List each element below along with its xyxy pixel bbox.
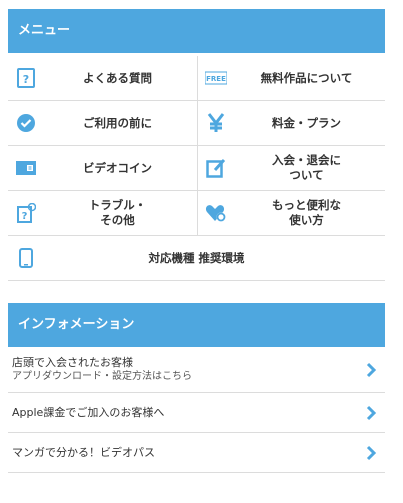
menu-item-join-cancel[interactable]: 入会・退会に ついて — [198, 146, 385, 190]
menu-row: ご利用の前に 料金・プラン — [8, 101, 385, 146]
info-title: インフォメーション — [18, 317, 135, 332]
info-item-title: マンガで分かる！ビデオパス — [12, 445, 155, 459]
info-item-store-signup[interactable]: 店頭で入会されたお客様 アプリダウンロード・設定方法はこちら — [8, 347, 385, 393]
menu-item-label: トラブル・ その他 — [88, 198, 147, 227]
chevron-right-icon — [363, 445, 379, 461]
info-item-text: Apple課金でご加入のお客様へ — [12, 393, 355, 432]
menu-item-label: ビデオコイン — [83, 160, 152, 175]
menu-row: ? よくある質問 FREE 無料作品について — [8, 56, 385, 101]
svg-text:FREE: FREE — [206, 75, 226, 83]
menu-item-before-use[interactable]: ご利用の前に — [8, 101, 198, 145]
info-item-title: Apple課金でご加入のお客様へ — [12, 405, 165, 419]
menu-row: ? トラブル・ その他 もっと便利な 使い方 — [8, 191, 385, 236]
menu-grid: ? よくある質問 FREE 無料作品について ご利用の前に 料金・プラン ビデオ… — [8, 56, 385, 281]
yen-icon — [205, 112, 227, 134]
menu-item-trouble[interactable]: ? トラブル・ その他 — [8, 191, 198, 235]
chevron-right-icon — [363, 362, 379, 378]
menu-item-faq[interactable]: ? よくある質問 — [8, 56, 198, 100]
check-badge-icon — [15, 112, 37, 134]
menu-item-tips[interactable]: もっと便利な 使い方 — [198, 191, 385, 235]
info-item-apple-billing[interactable]: Apple課金でご加入のお客様へ — [8, 393, 385, 433]
edit-icon — [205, 157, 227, 179]
coin-card-icon — [15, 157, 37, 179]
free-icon: FREE — [205, 67, 227, 89]
menu-item-label: 無料作品について — [260, 70, 353, 85]
menu-row: ビデオコイン 入会・退会に ついて — [8, 146, 385, 191]
menu-item-label: よくある質問 — [83, 70, 152, 85]
menu-item-label: ご利用の前に — [83, 115, 152, 130]
info-item-manga-guide[interactable]: マンガで分かる！ビデオパス — [8, 433, 385, 473]
menu-row: 対応機種 推奨環境 — [8, 236, 385, 281]
info-item-title: 店頭で入会されたお客様 — [12, 355, 133, 369]
menu-item-label: 対応機種 推奨環境 — [148, 250, 245, 265]
smartphone-icon — [15, 247, 37, 269]
info-item-text: マンガで分かる！ビデオパス — [12, 433, 355, 472]
menu-item-free[interactable]: FREE 無料作品について — [198, 56, 385, 100]
menu-item-video-coin[interactable]: ビデオコイン — [8, 146, 198, 190]
menu-item-label: もっと便利な 使い方 — [272, 198, 341, 227]
info-list: 店頭で入会されたお客様 アプリダウンロード・設定方法はこちら Apple課金でご… — [8, 347, 385, 473]
svg-text:?: ? — [22, 211, 28, 222]
info-item-subtitle: アプリダウンロード・設定方法はこちら — [12, 370, 192, 382]
menu-header: メニュー — [8, 9, 385, 53]
heart-gear-icon — [205, 202, 227, 224]
menu-item-label: 入会・退会に ついて — [272, 153, 341, 182]
menu-item-pricing[interactable]: 料金・プラン — [198, 101, 385, 145]
faq-icon: ? — [15, 67, 37, 89]
menu-title: メニュー — [18, 23, 71, 38]
info-item-text: 店頭で入会されたお客様 アプリダウンロード・設定方法はこちら — [12, 347, 355, 392]
menu-item-devices[interactable]: 対応機種 推奨環境 — [8, 236, 385, 280]
svg-text:?: ? — [23, 73, 29, 86]
info-header: インフォメーション — [8, 303, 385, 347]
chevron-right-icon — [363, 405, 379, 421]
menu-item-label: 料金・プラン — [272, 115, 341, 130]
trouble-icon: ? — [15, 202, 37, 224]
